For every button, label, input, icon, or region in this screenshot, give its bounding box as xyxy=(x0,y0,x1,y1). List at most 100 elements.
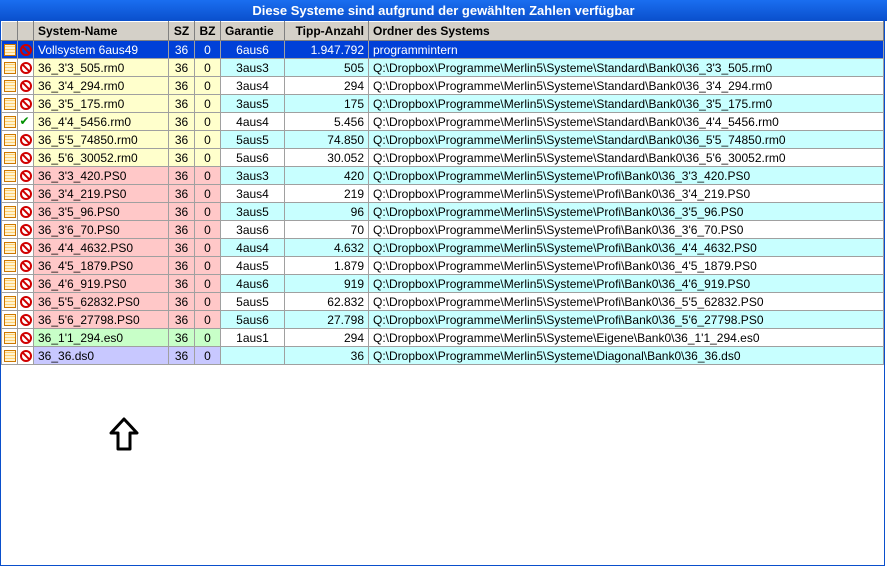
systems-table[interactable]: System-Name SZ BZ Garantie Tipp-Anzahl O… xyxy=(1,21,884,365)
cell-garantie: 3aus5 xyxy=(221,203,285,221)
table-row[interactable]: 36_4'4_4632.PS03604aus44.632Q:\Dropbox\P… xyxy=(2,239,884,257)
no-entry-icon xyxy=(20,98,32,110)
row-icon xyxy=(2,41,18,59)
cell-name: 36_36.ds0 xyxy=(34,347,169,365)
table-row[interactable]: 36_5'5_62832.PS03605aus562.832Q:\Dropbox… xyxy=(2,293,884,311)
table-row[interactable]: 36_5'6_30052.rm03605aus630.052Q:\Dropbox… xyxy=(2,149,884,167)
notepad-icon xyxy=(4,296,16,308)
table-row[interactable]: 36_36.ds036036Q:\Dropbox\Programme\Merli… xyxy=(2,347,884,365)
cell-garantie: 4aus4 xyxy=(221,239,285,257)
no-entry-icon xyxy=(20,224,32,236)
no-entry-icon xyxy=(20,296,32,308)
header-gar[interactable]: Garantie xyxy=(221,22,285,41)
table-row[interactable]: 36_3'3_420.PS03603aus3420Q:\Dropbox\Prog… xyxy=(2,167,884,185)
header-tip[interactable]: Tipp-Anzahl xyxy=(285,22,369,41)
cell-garantie: 3aus4 xyxy=(221,77,285,95)
cell-sz: 36 xyxy=(169,347,195,365)
table-row[interactable]: 36_4'4_5456.rm03604aus45.456Q:\Dropbox\P… xyxy=(2,113,884,131)
header-icon1[interactable] xyxy=(2,22,18,41)
no-entry-icon xyxy=(20,170,32,182)
row-status-icon xyxy=(18,185,34,203)
table-row[interactable]: Vollsystem 6aus493606aus61.947.792progra… xyxy=(2,41,884,59)
cell-garantie: 4aus4 xyxy=(221,113,285,131)
notepad-icon xyxy=(4,80,16,92)
table-row[interactable]: 36_3'3_505.rm03603aus3505Q:\Dropbox\Prog… xyxy=(2,59,884,77)
cell-ordner: Q:\Dropbox\Programme\Merlin5\Systeme\Sta… xyxy=(369,131,884,149)
cell-sz: 36 xyxy=(169,113,195,131)
cell-bz: 0 xyxy=(195,185,221,203)
cell-name: 36_5'5_62832.PS0 xyxy=(34,293,169,311)
cell-sz: 36 xyxy=(169,77,195,95)
row-icon xyxy=(2,347,18,365)
no-entry-icon xyxy=(20,134,32,146)
row-icon xyxy=(2,59,18,77)
cell-ordner: Q:\Dropbox\Programme\Merlin5\Systeme\Pro… xyxy=(369,185,884,203)
cell-ordner: Q:\Dropbox\Programme\Merlin5\Systeme\Pro… xyxy=(369,275,884,293)
notepad-icon xyxy=(4,350,16,362)
no-entry-icon xyxy=(20,242,32,254)
row-status-icon xyxy=(18,221,34,239)
header-name[interactable]: System-Name xyxy=(34,22,169,41)
table-row[interactable]: 36_3'4_219.PS03603aus4219Q:\Dropbox\Prog… xyxy=(2,185,884,203)
header-bz[interactable]: BZ xyxy=(195,22,221,41)
cell-ordner: Q:\Dropbox\Programme\Merlin5\Systeme\Dia… xyxy=(369,347,884,365)
notepad-icon xyxy=(4,44,16,56)
cell-name: Vollsystem 6aus49 xyxy=(34,41,169,59)
cell-ordner: Q:\Dropbox\Programme\Merlin5\Systeme\Sta… xyxy=(369,113,884,131)
row-status-icon xyxy=(18,77,34,95)
cell-garantie: 5aus5 xyxy=(221,293,285,311)
cell-sz: 36 xyxy=(169,329,195,347)
table-row[interactable]: 36_3'5_96.PS03603aus596Q:\Dropbox\Progra… xyxy=(2,203,884,221)
row-icon xyxy=(2,113,18,131)
cell-sz: 36 xyxy=(169,167,195,185)
table-row[interactable]: 36_5'6_27798.PS03605aus627.798Q:\Dropbox… xyxy=(2,311,884,329)
cell-bz: 0 xyxy=(195,59,221,77)
table-row[interactable]: 36_4'5_1879.PS03604aus51.879Q:\Dropbox\P… xyxy=(2,257,884,275)
cell-bz: 0 xyxy=(195,311,221,329)
cell-bz: 0 xyxy=(195,167,221,185)
table-row[interactable]: 36_1'1_294.es03601aus1294Q:\Dropbox\Prog… xyxy=(2,329,884,347)
row-icon xyxy=(2,239,18,257)
cell-name: 36_3'3_505.rm0 xyxy=(34,59,169,77)
cell-ordner: Q:\Dropbox\Programme\Merlin5\Systeme\Eig… xyxy=(369,329,884,347)
cell-tipp: 1.879 xyxy=(285,257,369,275)
cell-garantie xyxy=(221,347,285,365)
header-icon2[interactable] xyxy=(18,22,34,41)
notepad-icon xyxy=(4,170,16,182)
notepad-icon xyxy=(4,188,16,200)
checkmark-icon xyxy=(20,116,32,128)
notepad-icon xyxy=(4,98,16,110)
row-status-icon xyxy=(18,149,34,167)
cell-tipp: 505 xyxy=(285,59,369,77)
cell-garantie: 5aus5 xyxy=(221,131,285,149)
table-row[interactable]: 36_5'5_74850.rm03605aus574.850Q:\Dropbox… xyxy=(2,131,884,149)
row-status-icon xyxy=(18,329,34,347)
cell-name: 36_3'5_96.PS0 xyxy=(34,203,169,221)
cell-bz: 0 xyxy=(195,239,221,257)
row-icon xyxy=(2,257,18,275)
cell-sz: 36 xyxy=(169,185,195,203)
cell-garantie: 5aus6 xyxy=(221,311,285,329)
notepad-icon xyxy=(4,134,16,146)
table-row[interactable]: 36_3'6_70.PS03603aus670Q:\Dropbox\Progra… xyxy=(2,221,884,239)
cell-tipp: 4.632 xyxy=(285,239,369,257)
header-row[interactable]: System-Name SZ BZ Garantie Tipp-Anzahl O… xyxy=(2,22,884,41)
row-status-icon xyxy=(18,113,34,131)
row-icon xyxy=(2,203,18,221)
row-icon xyxy=(2,131,18,149)
cell-garantie: 3aus4 xyxy=(221,185,285,203)
cell-ordner: Q:\Dropbox\Programme\Merlin5\Systeme\Pro… xyxy=(369,239,884,257)
cell-tipp: 294 xyxy=(285,329,369,347)
table-row[interactable]: 36_3'5_175.rm03603aus5175Q:\Dropbox\Prog… xyxy=(2,95,884,113)
cell-ordner: Q:\Dropbox\Programme\Merlin5\Systeme\Pro… xyxy=(369,257,884,275)
table-row[interactable]: 36_4'6_919.PS03604aus6919Q:\Dropbox\Prog… xyxy=(2,275,884,293)
content-area: System-Name SZ BZ Garantie Tipp-Anzahl O… xyxy=(0,21,885,566)
no-entry-icon xyxy=(20,278,32,290)
header-ord[interactable]: Ordner des Systems xyxy=(369,22,884,41)
cell-garantie: 3aus6 xyxy=(221,221,285,239)
cell-tipp: 294 xyxy=(285,77,369,95)
table-row[interactable]: 36_3'4_294.rm03603aus4294Q:\Dropbox\Prog… xyxy=(2,77,884,95)
title-bar: Diese Systeme sind aufgrund der gewählte… xyxy=(0,0,887,21)
cell-sz: 36 xyxy=(169,131,195,149)
header-sz[interactable]: SZ xyxy=(169,22,195,41)
